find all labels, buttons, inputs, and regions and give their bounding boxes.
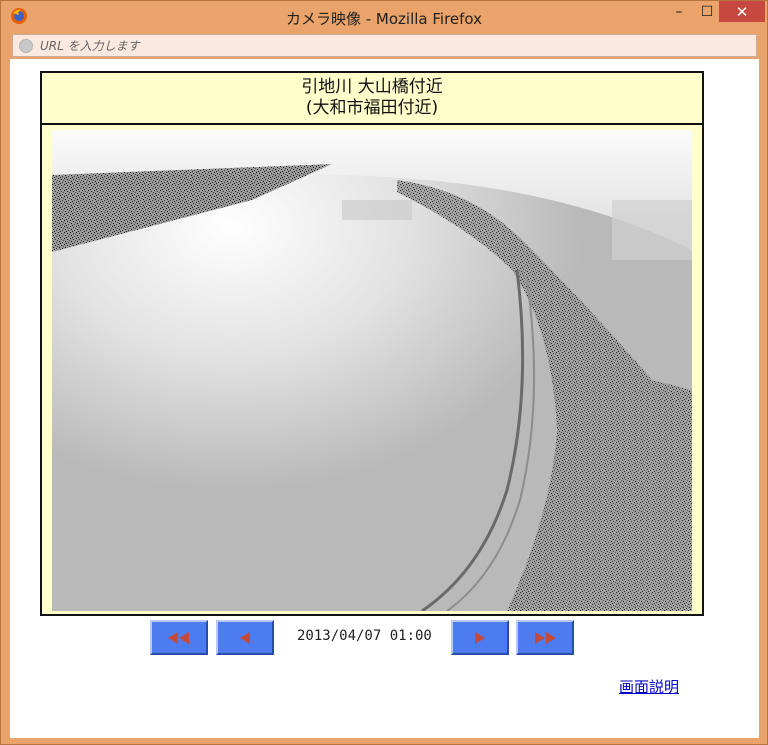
location-address: (大和市福田付近): [305, 98, 439, 118]
window-title: カメラ映像 - Mozilla Firefox: [285, 10, 483, 28]
url-bar[interactable]: [12, 34, 757, 57]
left-arrow-icon: [240, 631, 250, 644]
screen-help-link[interactable]: 画面説明: [619, 676, 679, 697]
next-frame-button[interactable]: [451, 620, 509, 655]
globe-icon: [19, 38, 33, 53]
last-frame-button[interactable]: [516, 620, 574, 655]
close-button[interactable]: ✕: [719, 1, 765, 22]
camera-location-header: 引地川 大山橋付近 (大和市福田付近): [42, 73, 702, 125]
image-timestamp: 2013/04/07 01:00: [297, 628, 432, 644]
browser-window: カメラ映像 - Mozilla Firefox – ☐ ✕ 引地川 大山橋付近 …: [0, 0, 768, 745]
playback-controls: 2013/04/07 01:00: [10, 620, 759, 656]
camera-panel: 引地川 大山橋付近 (大和市福田付近): [40, 71, 704, 616]
title-bar: カメラ映像 - Mozilla Firefox – ☐ ✕: [1, 1, 767, 33]
double-right-arrow-icon: [535, 631, 556, 644]
previous-frame-button[interactable]: [216, 620, 274, 655]
page-content: 引地川 大山橋付近 (大和市福田付近) 2013/04/07 01:00 画面説…: [10, 59, 759, 738]
double-left-arrow-icon: [168, 631, 189, 644]
minimize-button[interactable]: –: [665, 1, 693, 22]
location-name: 引地川 大山橋付近: [301, 77, 443, 97]
first-frame-button[interactable]: [150, 620, 208, 655]
maximize-button[interactable]: ☐: [693, 1, 721, 22]
camera-image: [52, 130, 692, 611]
url-input[interactable]: [40, 35, 720, 56]
right-arrow-icon: [475, 631, 485, 644]
